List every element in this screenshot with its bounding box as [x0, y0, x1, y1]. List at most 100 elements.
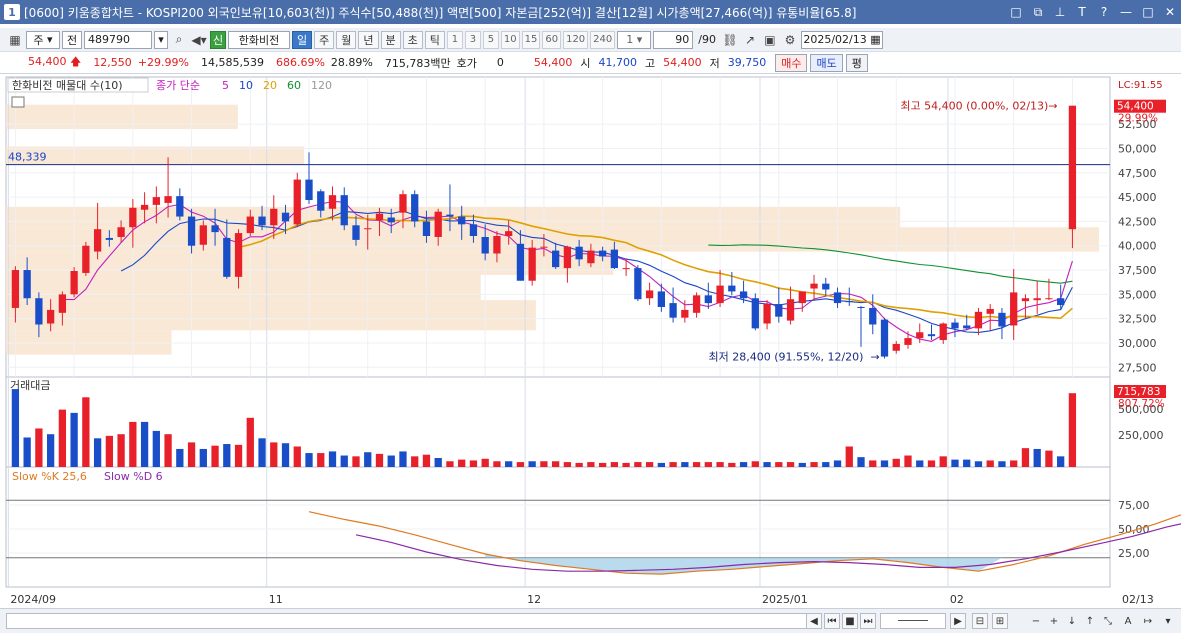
period-tick-button[interactable]: 틱	[424, 30, 445, 49]
volume-bar	[493, 461, 501, 467]
volume-bar	[258, 438, 266, 467]
candle-body	[1045, 298, 1053, 300]
minute-5-button[interactable]: 5	[482, 30, 499, 49]
period-year-button[interactable]: 년	[358, 30, 379, 49]
interval-input[interactable]: 1 ▾	[617, 30, 652, 49]
stop-icon[interactable]: ■	[842, 613, 858, 629]
close-button[interactable]: ✕	[1159, 5, 1181, 19]
zoom-slider[interactable]: ╶────╴	[880, 613, 946, 629]
grid-icon[interactable]: ▦	[6, 31, 24, 49]
minute-120-button[interactable]: 120	[563, 30, 589, 49]
zoom-out-icon[interactable]: ⊟	[972, 613, 988, 629]
font-size-icon[interactable]: A	[1120, 613, 1136, 629]
settings-icon[interactable]: ⚙	[781, 31, 799, 49]
minute-240-button[interactable]: 240	[590, 30, 616, 49]
candle-body	[575, 246, 583, 260]
chart-svg[interactable]: 52,50050,00047,50045,00042,50040,00037,5…	[0, 75, 1181, 608]
candle-body	[35, 298, 43, 325]
candle-body	[704, 295, 712, 304]
layout-icon[interactable]: □	[1005, 5, 1027, 19]
options-icon[interactable]: ▾	[1160, 613, 1176, 629]
link-icon[interactable]: ⛓	[721, 31, 739, 49]
minute-10-button[interactable]: 10	[500, 30, 520, 49]
search-icon[interactable]: ⌕	[170, 31, 188, 49]
volume-bar	[1010, 460, 1018, 467]
text-icon[interactable]: T	[1071, 5, 1093, 19]
candle-body	[199, 225, 207, 245]
stochastic-pane	[5, 466, 1111, 588]
volume-bar	[211, 445, 219, 467]
minute-3-button[interactable]: 3	[464, 30, 481, 49]
low-label: 저	[709, 56, 720, 70]
bottom-bar: ◀ ⏮ ■ ⏭ ╶────╴ ▶ ⊟ ⊞ − + ↓ ↑ ⤡ A ↦ ▾	[0, 608, 1181, 633]
arrow-down-icon[interactable]: ↓	[1064, 613, 1080, 629]
speaker-icon[interactable]: ◀▾	[190, 31, 208, 49]
volume-bar	[481, 458, 489, 467]
last-icon[interactable]: ⏭	[860, 613, 876, 629]
period-week-button[interactable]: 주	[314, 30, 335, 49]
copy-icon[interactable]: ⧉	[1027, 5, 1049, 20]
minute-1-button[interactable]: 1	[446, 30, 463, 49]
period-month-button[interactable]: 월	[336, 30, 357, 49]
candle-body	[692, 295, 701, 313]
candle-body	[164, 196, 172, 203]
date-input[interactable]: 2025/02/13 ▦	[800, 30, 883, 49]
zoom-in-icon[interactable]: ⊞	[992, 613, 1008, 629]
scroll-left-icon[interactable]: ◀	[806, 613, 822, 629]
period-minute-button[interactable]: 분	[380, 30, 401, 49]
volume-bar	[117, 434, 125, 467]
chart-area[interactable]: 52,500 50,000 47,500 45,000 42,500 40,000 37,5…	[0, 75, 1181, 608]
volume-bar	[281, 443, 290, 467]
candle-body	[657, 291, 665, 307]
candle-body	[129, 207, 137, 228]
arrow-up-icon[interactable]: ↑	[1082, 613, 1098, 629]
period-day-button[interactable]: 일	[292, 30, 313, 49]
quote-change-pct: +29.99%	[137, 56, 189, 69]
interval-value: 1	[626, 33, 634, 46]
legend-sdb: 한화비전 매물대 수(10)	[12, 79, 123, 92]
quote-price: 54,400 🡅	[6, 53, 87, 72]
draw-icon[interactable]: ↗	[741, 31, 759, 49]
price-value: 54,400	[28, 55, 67, 68]
first-icon[interactable]: ⏮	[824, 613, 840, 629]
volume-bar	[469, 460, 478, 467]
volume-bar	[681, 462, 689, 467]
fit-icon[interactable]: ⤡	[1100, 613, 1116, 629]
help-icon[interactable]: ?	[1093, 5, 1115, 19]
save-icon[interactable]: ▣	[761, 31, 779, 49]
candle-body	[340, 195, 348, 226]
stock-code-input[interactable]: 489790	[84, 30, 152, 49]
volume-bar	[93, 438, 102, 467]
code-dropdown-icon[interactable]: ▾	[154, 30, 168, 49]
quote-change: 12,550	[93, 56, 132, 69]
sell-button[interactable]: 매도	[810, 53, 843, 72]
volume-bar	[399, 451, 407, 467]
candle-body	[234, 233, 243, 277]
eval-button[interactable]: 평	[845, 53, 868, 72]
minute-60-button[interactable]: 60	[542, 30, 562, 49]
candle-body	[927, 334, 936, 337]
legend-ma-5: 5	[222, 79, 229, 92]
open-value: 41,700	[598, 56, 637, 69]
maximize-button[interactable]: □	[1137, 5, 1159, 19]
prefix-button[interactable]: 전	[62, 30, 82, 49]
quote-turnover: 28.89%	[330, 56, 373, 69]
current-price-tag: 54,400	[1117, 101, 1154, 113]
buy-button[interactable]: 매수	[775, 53, 808, 72]
minimize-button[interactable]: —	[1115, 5, 1137, 19]
minute-15-button[interactable]: 15	[521, 30, 541, 49]
scroll-right-icon[interactable]: ▶	[950, 613, 966, 629]
type-select[interactable]: 주 ▾	[26, 30, 60, 49]
volume-bar	[927, 460, 936, 467]
candle-body	[434, 211, 442, 237]
horizontal-scrollbar[interactable]	[6, 613, 814, 629]
pin-icon[interactable]: ⊥	[1049, 5, 1071, 19]
right-edge-icon[interactable]: ↦	[1140, 613, 1156, 629]
count-input[interactable]: 90	[653, 30, 694, 49]
period-second-button[interactable]: 초	[402, 30, 423, 49]
quote-bar: 54,400 🡅 12,550 +29.99% 14,585,539 686.6…	[0, 52, 1181, 74]
plus-icon[interactable]: +	[1046, 613, 1062, 629]
candle-body	[587, 250, 595, 264]
minus-icon[interactable]: −	[1028, 613, 1044, 629]
volume-tag: 715,783	[1117, 386, 1160, 398]
